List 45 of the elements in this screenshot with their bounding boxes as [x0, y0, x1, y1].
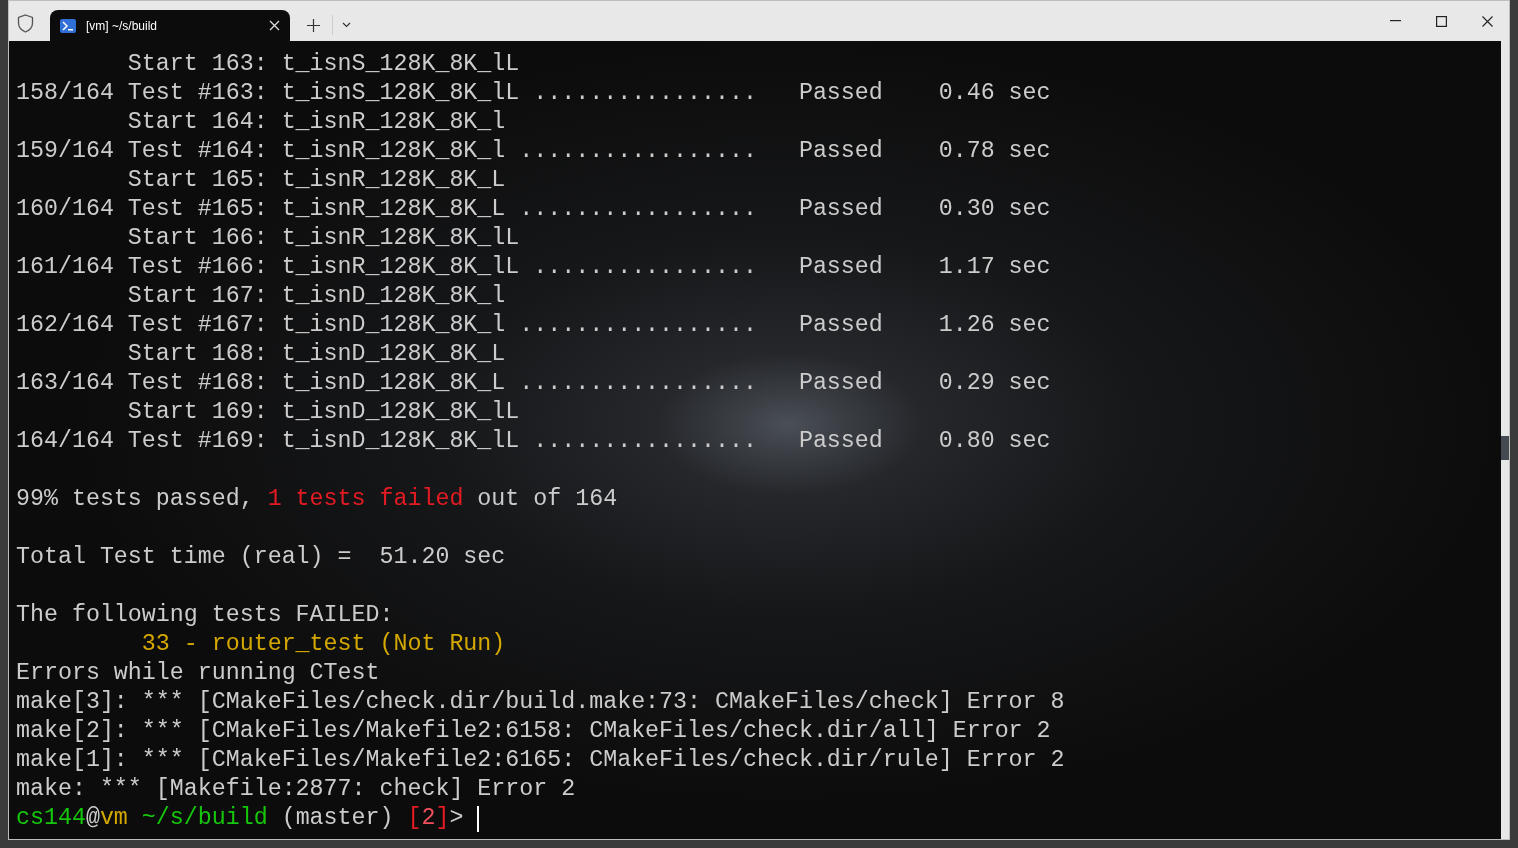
maximize-icon[interactable] — [1436, 15, 1447, 27]
terminal-text: 1 tests failed — [267, 485, 464, 514]
terminal-text: 2 — [421, 804, 436, 833]
terminal-text: 33 - router_test (Not Run) — [140, 630, 506, 659]
terminal-text: make[2]: *** [CMakeFiles/Makefile2:6158: CMakeFiles/check.dir/all] Error 2 — [16, 717, 1051, 746]
terminal-text: vm — [99, 804, 128, 833]
terminal-text: make[1]: *** [CMakeFiles/Makefile2:6165: CMakeFiles/check.dir/rule] Error 2 — [16, 746, 1065, 775]
terminal-text: @ — [85, 804, 100, 833]
terminal-text: make: *** [Makefile:2877: check] Error 2 — [16, 775, 576, 804]
minimize-icon[interactable] — [1390, 20, 1401, 22]
tab-title: [vm] ~/s/build — [86, 17, 158, 35]
close-window-icon[interactable] — [1482, 15, 1493, 27]
terminal-text: 163/164 Test #168: t_isnD_128K_8K_L ................. Passed 0.29 sec — [16, 369, 1051, 398]
terminal-text: 161/164 Test #166: t_isnR_128K_8K_lL ................ Passed 1.17 sec — [16, 253, 1051, 282]
terminal-text: Start 166: t_isnR_128K_8K_lL — [126, 224, 520, 253]
terminal-text: 164/164 Test #169: t_isnD_128K_8K_lL ................ Passed 0.80 sec — [16, 427, 1051, 456]
terminal-text: ~/s/build — [140, 804, 268, 833]
terminal-text: Start 163: t_isnS_128K_8K_lL — [126, 50, 520, 79]
dropdown-caret-icon[interactable] — [342, 22, 351, 28]
terminal-text: 160/164 Test #165: t_isnR_128K_8K_L ................. Passed 0.30 sec — [16, 195, 1051, 224]
terminal-text: [ — [407, 804, 422, 833]
terminal-text: Start 168: t_isnD_128K_8K_L — [126, 340, 506, 369]
terminal-text: The following tests FAILED: — [16, 601, 394, 630]
scrollbar-thumb[interactable] — [1501, 436, 1509, 460]
terminal-tab[interactable]: [vm] ~/s/build — [50, 10, 290, 41]
terminal-text: 99% tests passed, — [16, 485, 255, 514]
terminal-text: Start 165: t_isnR_128K_8K_L — [126, 166, 506, 195]
terminal-text: out of 164 — [476, 485, 618, 514]
terminal-text: Start 169: t_isnD_128K_8K_lL — [126, 398, 520, 427]
terminal-text: (master) — [280, 804, 395, 833]
terminal-text: Start 164: t_isnR_128K_8K_l — [126, 108, 506, 137]
terminal-text: 158/164 Test #163: t_isnS_128K_8K_lL ................ Passed 0.46 sec — [16, 79, 1051, 108]
new-tab-icon[interactable] — [307, 19, 320, 32]
terminal-text: cs144 — [16, 804, 86, 833]
terminal-text: Total Test time (real) = 51.20 sec — [16, 543, 506, 572]
terminal-text: 159/164 Test #164: t_isnR_128K_8K_l ................. Passed 0.78 sec — [16, 137, 1051, 166]
terminal-text: Start 167: t_isnD_128K_8K_l — [126, 282, 506, 311]
terminal-text: 162/164 Test #167: t_isnD_128K_8K_l ................. Passed 1.26 sec — [16, 311, 1051, 340]
close-tab-icon[interactable] — [269, 20, 280, 31]
terminal-text: ] — [435, 804, 450, 833]
shield-icon — [17, 14, 34, 33]
terminal-text: make[3]: *** [CMakeFiles/check.dir/build.make:73: CMakeFiles/check] Error 8 — [16, 688, 1065, 717]
terminal-text: Errors while running CTest — [16, 659, 380, 688]
terminal-icon — [60, 18, 76, 33]
terminal-text: > — [449, 804, 465, 833]
